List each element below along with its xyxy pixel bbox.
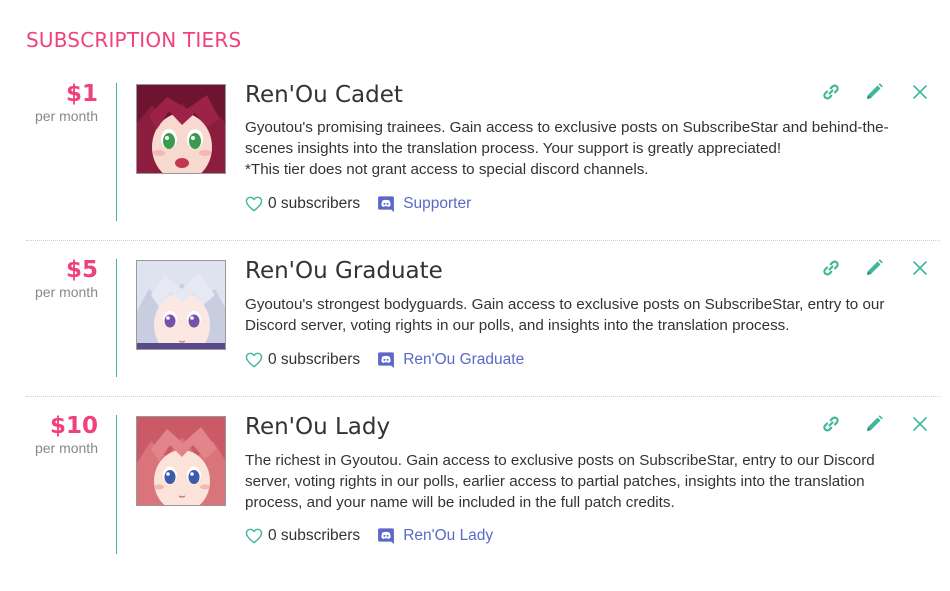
pencil-icon xyxy=(864,414,884,434)
tier-actions xyxy=(820,413,931,435)
delete-button[interactable] xyxy=(909,81,931,103)
tier-avatar xyxy=(136,416,226,506)
heart-icon xyxy=(245,352,263,368)
link-icon xyxy=(821,82,841,102)
close-icon xyxy=(910,258,930,278)
tier-meta: 0 subscribers Supporter xyxy=(245,195,471,213)
tier-divider-line xyxy=(116,259,117,377)
tier-price-block: $5 per month xyxy=(0,258,98,300)
copy-link-button[interactable] xyxy=(820,257,842,279)
tier-period: per month xyxy=(34,440,98,456)
divider xyxy=(26,240,940,241)
tier-period: per month xyxy=(34,284,98,300)
subscriber-count: 0 subscribers xyxy=(268,195,361,212)
delete-button[interactable] xyxy=(909,257,931,279)
tier-price: $1 xyxy=(65,81,98,107)
page-title: SUBSCRIPTION TIERS xyxy=(26,28,242,52)
tier-actions xyxy=(820,81,931,103)
tier-actions xyxy=(820,257,931,279)
tier-period: per month xyxy=(34,108,98,124)
tier-price-block: $10 per month xyxy=(0,414,98,456)
tier-description: Gyoutou's promising trainees. Gain acces… xyxy=(245,119,889,178)
discord-icon xyxy=(376,527,396,545)
edit-button[interactable] xyxy=(863,257,885,279)
tier-price-block: $1 per month xyxy=(0,82,98,124)
edit-button[interactable] xyxy=(863,81,885,103)
avatar-image xyxy=(137,85,225,173)
discord-role-link[interactable]: Ren'Ou Graduate xyxy=(403,351,524,369)
tier-avatar xyxy=(136,84,226,174)
divider xyxy=(26,396,940,397)
tier-meta: 0 subscribers Ren'Ou Graduate xyxy=(245,351,524,369)
tier-name: Ren'Ou Graduate xyxy=(245,258,443,284)
copy-link-button[interactable] xyxy=(820,413,842,435)
tier-price: $10 xyxy=(49,413,98,439)
tier-description: Gyoutou's strongest bodyguards. Gain acc… xyxy=(245,296,885,334)
tier-description: The richest in Gyoutou. Gain access to e… xyxy=(245,452,875,511)
avatar-image xyxy=(137,417,225,505)
edit-button[interactable] xyxy=(863,413,885,435)
subscriber-count: 0 subscribers xyxy=(268,351,361,368)
discord-icon xyxy=(376,195,396,213)
tier-price: $5 xyxy=(65,257,98,283)
copy-link-button[interactable] xyxy=(820,81,842,103)
subscriber-count: 0 subscribers xyxy=(268,527,361,544)
tier-name: Ren'Ou Cadet xyxy=(245,82,403,108)
tier-divider-line xyxy=(116,415,117,554)
discord-icon xyxy=(376,351,396,369)
tier-meta: 0 subscribers Ren'Ou Lady xyxy=(245,527,493,545)
tier-divider-line xyxy=(116,83,117,221)
discord-role-link[interactable]: Ren'Ou Lady xyxy=(403,527,493,545)
heart-icon xyxy=(245,196,263,212)
delete-button[interactable] xyxy=(909,413,931,435)
close-icon xyxy=(910,82,930,102)
link-icon xyxy=(821,414,841,434)
close-icon xyxy=(910,414,930,434)
tier-name: Ren'Ou Lady xyxy=(245,414,391,440)
link-icon xyxy=(821,258,841,278)
heart-icon xyxy=(245,528,263,544)
pencil-icon xyxy=(864,258,884,278)
pencil-icon xyxy=(864,82,884,102)
discord-role-link[interactable]: Supporter xyxy=(403,195,471,213)
tier-avatar xyxy=(136,260,226,350)
avatar-image xyxy=(137,261,225,349)
